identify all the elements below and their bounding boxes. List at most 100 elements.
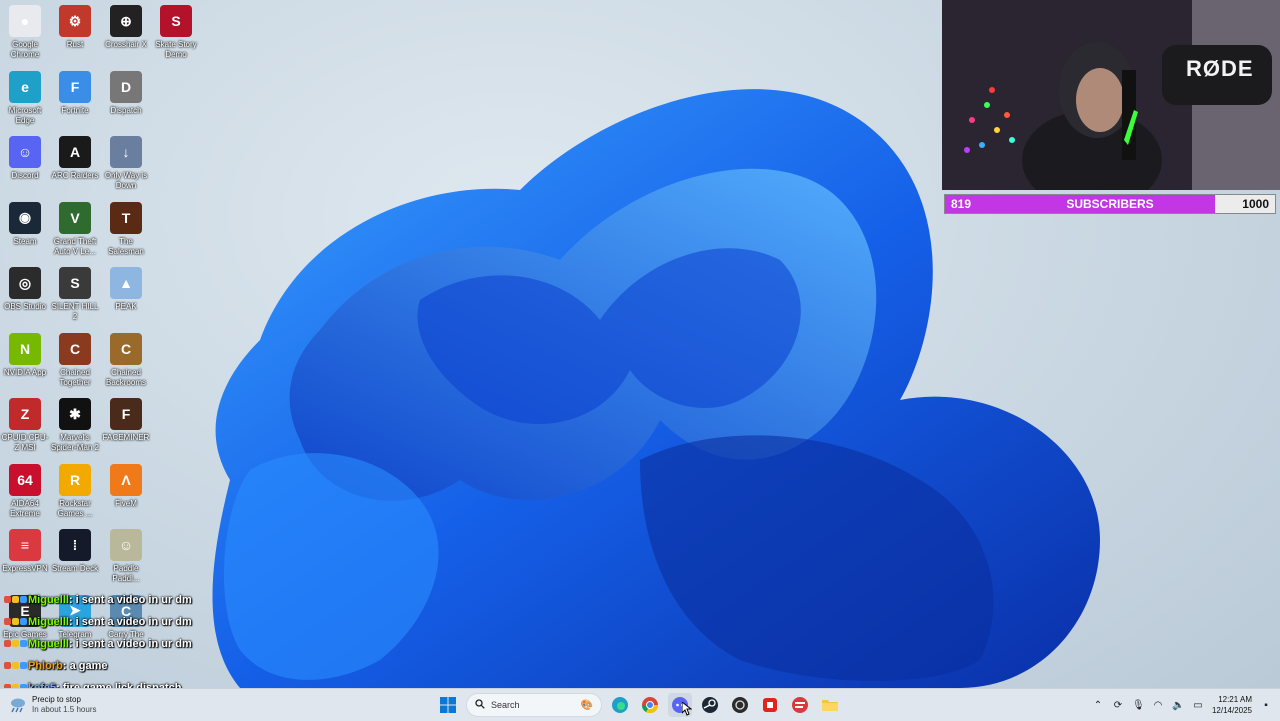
desktop-icon[interactable]: Λ FiveM — [101, 463, 151, 509]
the-salesman-icon: T — [110, 201, 142, 234]
desktop-icon[interactable]: ▲ PEAK — [101, 267, 151, 312]
file-explorer-icon — [822, 700, 838, 711]
weather-title: Precip to stop — [32, 695, 81, 704]
desktop-icon[interactable]: ⁞ Stream Deck — [50, 529, 100, 574]
edge-icon — [612, 697, 628, 713]
silent-hill-icon: S — [59, 267, 91, 299]
desktop-icon-label: Paddle Paddl... — [112, 564, 140, 583]
desktop-icon[interactable]: N NVIDIA App — [0, 332, 50, 378]
desktop-icon[interactable]: ⚙ Rust — [50, 5, 100, 50]
taskbar-search-box[interactable]: Search 🎨 — [466, 693, 602, 717]
desktop-icon[interactable]: D Dispatch — [101, 70, 151, 116]
chat-username: Phlorb — [28, 660, 63, 672]
desktop-icon[interactable]: T The Salesman — [101, 201, 151, 257]
skate-story-icon: S — [160, 5, 192, 37]
desktop-icon[interactable]: F Fortnite — [50, 70, 100, 116]
chat-username: Miguelll — [28, 616, 69, 628]
desktop-icon[interactable]: ⊕ Crosshair X — [101, 5, 151, 50]
weather-widget[interactable]: Precip to stop In about 1.5 hours — [8, 693, 97, 717]
desktop-icon[interactable]: ↓ Only Way is Down — [101, 136, 151, 191]
desktop-icon[interactable]: C Chained Backrooms — [101, 332, 151, 388]
chat-text: : i sent a video in ur dm — [68, 638, 192, 650]
desktop-icon-label: FiveM — [115, 498, 137, 508]
desktop-icon-label: Stream Deck — [51, 564, 99, 573]
sync-icon[interactable]: ⟳ — [1112, 700, 1124, 711]
chat-message: Miguelll: i sent a video in ur dm — [4, 611, 244, 633]
desktop-icon-label: SILENT HILL 2 — [51, 302, 99, 321]
desktop-icon[interactable]: R Rockstar Games ... — [50, 463, 100, 519]
chat-text: : a game — [62, 660, 108, 672]
desktop-icon-label: Grand Theft Auto V Le... — [53, 236, 97, 256]
desktop-icon-label: Crosshair X — [105, 40, 147, 49]
desktop-icon-label: NVIDIA App — [3, 367, 47, 377]
taskbar-obs-button[interactable] — [728, 693, 752, 717]
desktop-icon[interactable]: ◎ OBS Studio — [0, 267, 50, 312]
start-button[interactable] — [436, 693, 460, 717]
chat-text: : i sent a video in ur dm — [68, 616, 192, 628]
chat-text: : i sent a video in ur dm — [68, 594, 192, 606]
desktop-icon[interactable]: ☺ Discord — [0, 136, 50, 181]
desktop-icon[interactable]: ◉ Steam — [0, 201, 50, 247]
chat-message: Phlorb: a game — [4, 655, 244, 677]
desktop-icon[interactable]: A ARC Raiders — [50, 136, 100, 181]
desktop-icon[interactable]: 64 AIDA64 Extreme — [0, 463, 50, 519]
desktop-icon-label: Fortnite — [61, 105, 89, 115]
fortnite-icon: F — [59, 70, 91, 103]
taskbar-expressvpn-button[interactable] — [788, 693, 812, 717]
wifi-icon[interactable]: ◠ — [1152, 700, 1164, 711]
stream-deck-icon: ⁞ — [59, 529, 91, 561]
desktop-icon[interactable]: Z CPUID CPU-Z MSI — [0, 398, 50, 453]
gta-icon: V — [59, 201, 91, 234]
chevron-up-icon[interactable]: ⌃ — [1092, 700, 1104, 711]
desktop-icon[interactable]: S SILENT HILL 2 — [50, 267, 100, 322]
chat-message: Miguelll: i sent a video in ur dm — [4, 633, 244, 655]
taskbar-edge-button[interactable] — [608, 693, 632, 717]
desktop-icon[interactable]: V Grand Theft Auto V Le... — [50, 201, 100, 257]
desktop-icon-label: Rust — [66, 40, 84, 49]
nvidia-icon: N — [9, 332, 41, 365]
chat-badges-icon — [4, 655, 28, 677]
clock-time: 12:21 AM — [1218, 695, 1252, 704]
desktop-icon-label: Google Chrome — [10, 40, 40, 59]
desktop-icon[interactable]: ☺ Paddle Paddl... — [101, 529, 151, 584]
weather-subtitle: In about 1.5 hours — [32, 705, 97, 714]
chrome-icon — [641, 697, 659, 714]
microphone-icon[interactable]: 🎙 — [1132, 700, 1145, 711]
clock-date: 12/14/2025 — [1211, 706, 1252, 715]
desktop-icon[interactable]: ≡ ExpressVPN — [0, 529, 50, 574]
rust-icon: ⚙ — [59, 5, 91, 37]
desktop-icon-label: CPUID CPU-Z MSI — [1, 433, 49, 452]
taskbar-steam-button[interactable] — [698, 693, 722, 717]
chat-badges-icon — [4, 589, 28, 611]
volume-icon[interactable]: 🔈 — [1172, 700, 1184, 711]
spiderman-icon: ✱ — [59, 398, 91, 430]
taskbar-file-explorer-button[interactable] — [818, 693, 842, 717]
desktop-icon[interactable]: S Skate Story Demo — [151, 5, 201, 60]
webcam-feed — [942, 0, 1280, 190]
obs-icon: ◎ — [9, 267, 41, 299]
desktop-icon[interactable]: ✱ Marvel's Spider-Man 2 — [50, 398, 100, 453]
search-icon — [475, 699, 485, 711]
desktop-icon-label: FACEMINER — [102, 433, 150, 442]
expressvpn-icon: ≡ — [9, 529, 41, 561]
peak-icon: ▲ — [110, 267, 142, 299]
faceminer-icon: F — [110, 398, 142, 430]
taskbar-chrome-button[interactable] — [638, 693, 662, 717]
desktop-icon[interactable]: ● Google Chrome — [0, 5, 50, 60]
system-clock[interactable]: 12:21 AM 12/14/2025 — [1212, 694, 1252, 716]
chat-overlay: Miguelll: i sent a video in ur dm Miguell… — [4, 589, 244, 699]
rockstar-icon: R — [59, 463, 91, 496]
desktop-icon[interactable]: C Chained Together — [50, 332, 100, 388]
taskbar-roblox-button[interactable] — [758, 693, 782, 717]
desktop-icon-label: OBS Studio — [4, 302, 46, 311]
chat-username: Miguelll — [28, 594, 69, 606]
webcam-brand-text: RØDE — [1186, 56, 1254, 81]
roblox-icon — [763, 698, 777, 712]
desktop-icon-label: PEAK — [115, 302, 137, 311]
desktop-icon[interactable]: e Microsoft Edge — [0, 70, 50, 126]
battery-icon[interactable]: ▭ — [1192, 700, 1204, 711]
desktop-icon[interactable]: F FACEMINER — [101, 398, 151, 443]
notification-icon[interactable]: ▪ — [1260, 700, 1272, 711]
chrome-icon: ● — [9, 5, 41, 37]
desktop-icon-label: Skate Story Demo — [155, 40, 197, 59]
